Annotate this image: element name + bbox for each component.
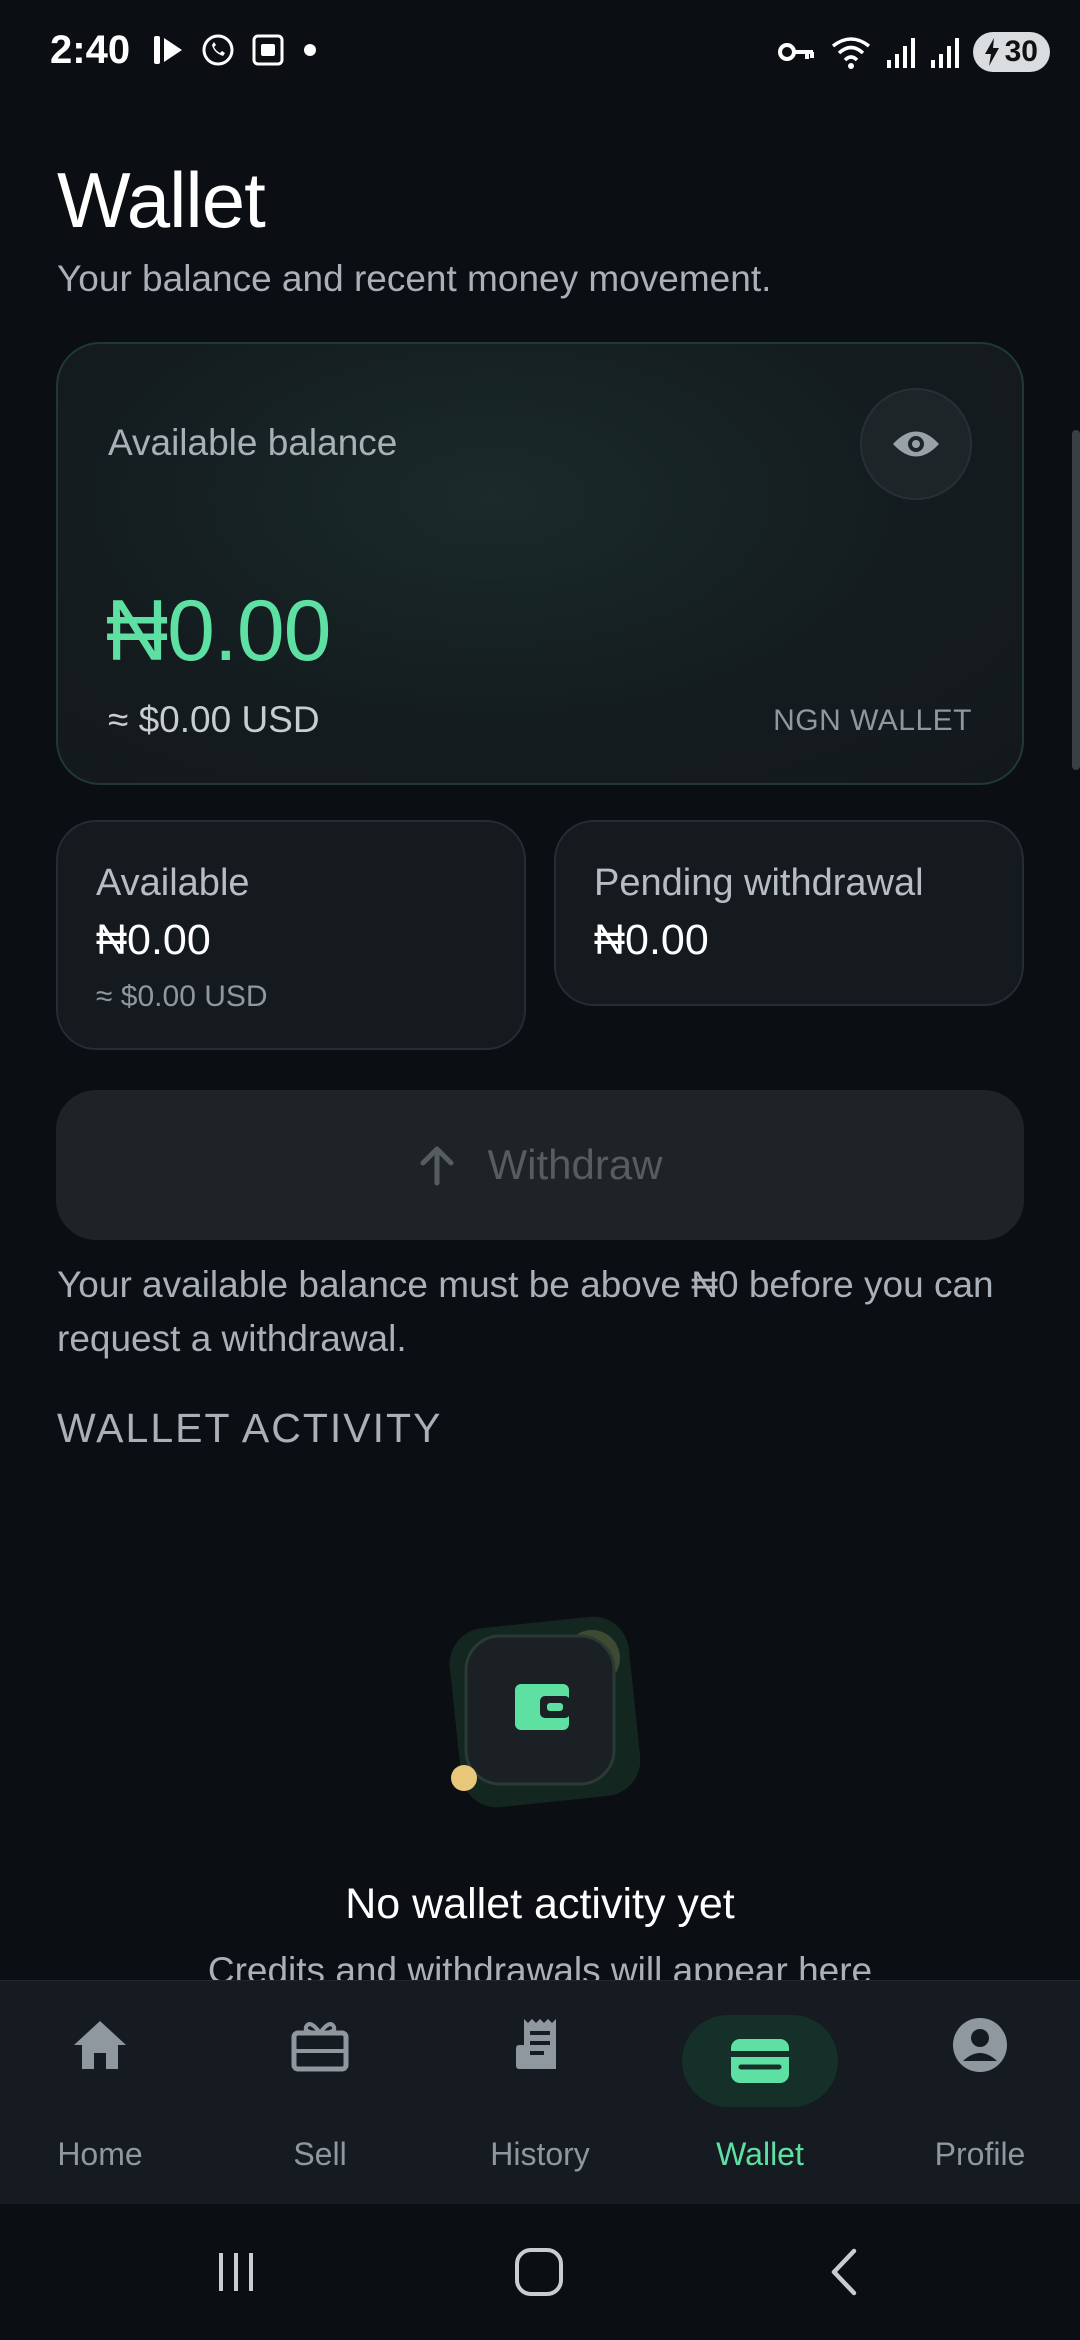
back-button[interactable] — [794, 2232, 894, 2312]
signal-icon — [930, 38, 959, 68]
battery-level: 30 — [1004, 35, 1038, 68]
balance-card: Available balance ₦0.00 ≈ $0.00 USD NGN … — [56, 342, 1024, 785]
status-time: 2:40 — [50, 28, 131, 72]
pending-withdrawal-card: Pending withdrawal ₦0.00 — [554, 820, 1024, 1006]
available-label: Available — [96, 862, 250, 904]
media-icon — [154, 36, 182, 64]
toggle-balance-visibility-button[interactable] — [860, 388, 972, 500]
wallet-activity-heading: WALLET ACTIVITY — [57, 1405, 443, 1451]
nav-item-home[interactable]: Home — [0, 1981, 200, 2205]
profile-icon — [953, 2018, 1007, 2072]
wallet-currency-tag: NGN WALLET — [773, 704, 972, 737]
status-system-icons: 30 — [777, 32, 1050, 72]
status-notification-icons — [150, 32, 320, 68]
back-icon — [831, 2248, 857, 2296]
pending-value: ₦0.00 — [594, 916, 709, 964]
nav-label-history: History — [490, 2136, 590, 2172]
nav-label-home: Home — [57, 2136, 143, 2172]
nav-label-wallet: Wallet — [716, 2136, 804, 2172]
nav-icon-wrap-home — [40, 2013, 160, 2077]
nav-label-sell: Sell — [293, 2136, 347, 2172]
recent-apps-icon — [219, 2253, 253, 2291]
nav-item-profile[interactable]: Profile — [880, 1981, 1080, 2205]
wallet-illustration-icon — [449, 1616, 641, 1808]
receipt-icon — [516, 2019, 556, 2069]
pending-label: Pending withdrawal — [594, 862, 924, 904]
available-usd: ≈ $0.00 USD — [96, 980, 268, 1013]
screenshot-icon — [252, 34, 284, 66]
nav-item-wallet[interactable]: Wallet — [660, 1981, 860, 2205]
battery-indicator: 30 — [972, 32, 1050, 72]
withdraw-button[interactable]: Withdraw — [56, 1090, 1024, 1240]
balance-usd-equivalent: ≈ $0.00 USD — [108, 699, 320, 740]
nav-label-profile: Profile — [934, 2136, 1026, 2172]
gift-card-icon — [291, 2022, 349, 2072]
arrow-up-icon — [420, 1146, 454, 1186]
available-stat-card: Available ₦0.00 ≈ $0.00 USD — [56, 820, 526, 1050]
nav-icon-wrap-wallet — [682, 2015, 838, 2107]
scrollbar[interactable] — [1072, 430, 1080, 770]
wallet-icon — [731, 2039, 789, 2083]
eye-icon — [893, 431, 939, 457]
signal-icon — [886, 38, 915, 68]
empty-wallet-illustration — [440, 1610, 650, 1810]
balance-label: Available balance — [108, 422, 398, 463]
nav-icon-wrap-profile — [920, 2013, 1040, 2077]
empty-state-title: No wallet activity yet — [345, 1880, 735, 1928]
home-system-button[interactable] — [489, 2232, 589, 2312]
page-subtitle: Your balance and recent money movement. — [57, 258, 772, 299]
status-bar: 2:40 30 — [0, 0, 1080, 108]
dot-icon — [304, 44, 316, 56]
home-circle-icon — [515, 2248, 563, 2296]
available-value: ₦0.00 — [96, 916, 211, 964]
balance-amount: ₦0.00 — [106, 583, 331, 679]
bottom-nav: Home Sell History Wallet Profile — [0, 1980, 1080, 2204]
nav-icon-wrap-history — [480, 2013, 600, 2077]
whatsapp-icon — [202, 34, 234, 66]
withdraw-label: Withdraw — [487, 1141, 663, 1188]
home-icon — [74, 2021, 126, 2069]
page-title: Wallet — [57, 156, 266, 244]
wallet-screen: 2:40 30 Wallet Your balance and recent m… — [0, 0, 1080, 2340]
nav-icon-wrap-sell — [260, 2013, 380, 2077]
charging-icon — [984, 38, 999, 66]
key-icon — [777, 43, 814, 61]
nav-item-sell[interactable]: Sell — [220, 1981, 420, 2205]
system-nav-bar — [0, 2204, 1080, 2340]
wifi-icon — [831, 37, 870, 69]
recent-apps-button[interactable] — [186, 2232, 286, 2312]
withdraw-requirement-note: Your available balance must be above ₦0 … — [57, 1264, 994, 1359]
nav-item-history[interactable]: History — [440, 1981, 640, 2205]
